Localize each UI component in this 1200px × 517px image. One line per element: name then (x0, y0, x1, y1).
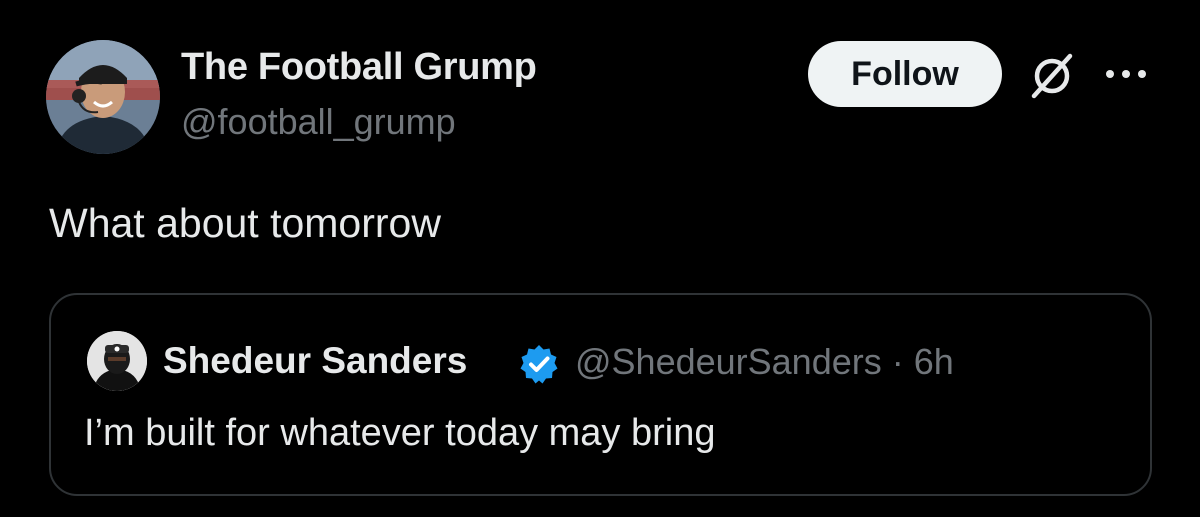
author-display-name[interactable]: The Football Grump (181, 46, 537, 89)
follow-button[interactable]: Follow (808, 41, 1002, 107)
grok-icon[interactable] (1028, 52, 1076, 100)
quoted-tweet-card[interactable]: Shedeur Sanders @ShedeurSanders · 6h I’m… (49, 293, 1152, 496)
quoted-author-display-name[interactable]: Shedeur Sanders (163, 340, 467, 382)
tweet-card: The Football Grump @football_grump Follo… (0, 0, 1200, 517)
author-avatar[interactable] (46, 40, 160, 154)
verified-badge-icon (518, 343, 560, 385)
quoted-author-avatar[interactable] (87, 331, 147, 391)
quoted-handle-timestamp[interactable]: @ShedeurSanders · 6h (575, 341, 954, 383)
author-handle[interactable]: @football_grump (181, 101, 456, 143)
more-options-icon[interactable] (1102, 62, 1150, 86)
tweet-text: What about tomorrow (49, 200, 441, 246)
quoted-tweet-text: I’m built for whatever today may bring (84, 412, 716, 454)
